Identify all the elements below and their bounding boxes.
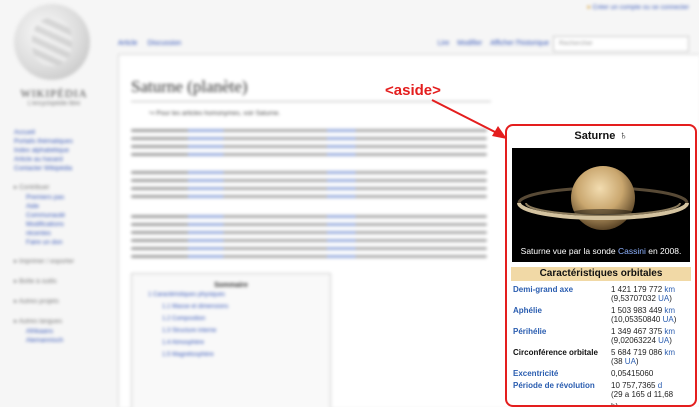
unit-link[interactable]: km (664, 327, 675, 336)
infobox: Saturne ♄ Saturne vue par la sonde Cassin… (505, 124, 697, 407)
table-row: h) (511, 401, 693, 407)
sidebar-item[interactable]: Afrikaans (14, 327, 106, 336)
cassini-link[interactable]: Cassini (618, 246, 646, 256)
row-value: 1 349 467 375 km (9,02063224 UA) (611, 327, 676, 345)
unit-link[interactable]: UA (658, 294, 669, 303)
sidebar-item[interactable]: Index alphabétique (14, 146, 106, 155)
table-row: Aphélie 1 503 983 449 km (10,05350840 UA) (511, 305, 693, 326)
sidebar-heading[interactable]: Autres langues (14, 317, 106, 327)
toc-title: Sommaire (214, 282, 248, 289)
sidebar-item[interactable]: Premiers pas (14, 193, 106, 202)
row-label[interactable]: Demi-grand axe (511, 284, 609, 305)
row-label[interactable]: Aphélie (511, 305, 609, 326)
unit-link[interactable]: UA (663, 315, 674, 324)
row-label[interactable]: Excentricité (511, 368, 609, 380)
wikipedia-globe-logo (14, 4, 90, 80)
table-row: Excentricité 0,05415060 (511, 368, 693, 380)
table-row: Demi-grand axe 1 421 179 772 km (9,5370703… (511, 284, 693, 305)
hatnote: ↪ Pour les articles homonymes, voir Satu… (149, 110, 281, 117)
unit-link[interactable]: km (664, 285, 675, 294)
caption-text-end: en 2008. (645, 246, 682, 256)
sidebar-item[interactable]: Contacter Wikipédia (14, 164, 106, 173)
sidebar-heading[interactable]: Boîte à outils (14, 277, 106, 287)
row-label (511, 401, 609, 405)
sidebar-heading[interactable]: Autres projets (14, 297, 106, 307)
wikipedia-wordmark: WIKIPÉDIA (20, 88, 88, 100)
unit-link[interactable]: UA (658, 336, 669, 345)
sidebar-item[interactable]: Communauté (14, 211, 106, 220)
toc-item[interactable]: 1.4 Atmosphère (132, 337, 330, 349)
row-value: 10 757,7365 d (29 a 165 d 11,68 (611, 381, 674, 399)
infobox-caption: Saturne vue par la sonde Cassini en 2008… (512, 246, 690, 256)
sidebar-item[interactable]: Portails thématiques (14, 137, 106, 146)
sidebar-item[interactable]: Article au hasard (14, 155, 106, 164)
infobox-title: Saturne ♄ (507, 126, 695, 146)
paragraph (131, 129, 487, 161)
saturn-image[interactable]: Saturne vue par la sonde Cassini en 2008… (512, 148, 690, 262)
create-account-link[interactable]: Créer un compte ou se connecter (587, 4, 689, 11)
table-row: Périhélie 1 349 467 375 km (9,02063224 UA) (511, 326, 693, 347)
row-value: 5 684 719 086 km (38 UA) (611, 348, 676, 366)
search-input[interactable]: Rechercher (553, 36, 689, 52)
tab-discussion[interactable]: Discussion (147, 40, 181, 47)
tab-article[interactable]: Article (118, 40, 137, 47)
row-value: 1 503 983 449 km (10,05350840 UA) (611, 306, 677, 324)
row-label: Circonférence orbitale (513, 348, 598, 357)
sidebar-item[interactable]: Accueil (14, 128, 106, 137)
row-label[interactable]: Période de révolution (511, 380, 609, 401)
toc-item[interactable]: 1.2 Composition (132, 313, 330, 325)
table-row: Circonférence orbitale 5 684 719 086 km (3… (511, 347, 693, 368)
row-value: 1 421 179 772 km (9,53707032 UA) (611, 285, 676, 303)
sidebar-item[interactable]: Aide (14, 202, 106, 211)
unit-link[interactable]: km (664, 348, 675, 357)
top-bar: Créer un compte ou se connecter Article D… (110, 0, 699, 52)
infobox-title-text: Saturne (574, 130, 616, 142)
sidebar-item[interactable]: récentes (14, 229, 106, 238)
row-value: h) (611, 402, 619, 407)
caption-text: Saturne vue par la sonde (520, 246, 618, 256)
view-tabs: Lire Modifier Afficher l'historique (430, 40, 549, 47)
sidebar-heading[interactable]: Contribuer (14, 183, 106, 193)
unit-link[interactable]: km (664, 306, 675, 315)
toc-item[interactable]: 1.1 Masse et dimensions (132, 301, 330, 313)
sidebar-item[interactable]: Modifications (14, 220, 106, 229)
table-of-contents: Sommaire 1 Caractéristiques physiques 1.… (131, 273, 331, 407)
orbital-characteristics-heading: Caractéristiques orbitales (511, 267, 691, 281)
sidebar-item[interactable]: Alemannisch (14, 336, 106, 345)
tab-history[interactable]: Afficher l'historique (490, 40, 549, 47)
sidebar-heading[interactable]: Imprimer / exporter (14, 257, 106, 267)
paragraph (131, 215, 487, 263)
sidebar-item[interactable]: Faire un don (14, 238, 106, 247)
unit-link[interactable]: d (658, 381, 662, 390)
saturn-planet-graphic (517, 166, 689, 230)
title-divider (131, 101, 491, 102)
tab-read[interactable]: Lire (438, 40, 450, 47)
toc-item[interactable]: 1.3 Structure interne (132, 325, 330, 337)
row-value: 0,05415060 (611, 369, 654, 378)
tab-edit[interactable]: Modifier (457, 40, 482, 47)
sidebar: Accueil Portails thématiques Index alpha… (14, 128, 106, 355)
orbital-characteristics-table: Demi-grand axe 1 421 179 772 km (9,5370703… (511, 284, 693, 407)
table-row: Période de révolution 10 757,7365 d (29 a … (511, 380, 693, 401)
unit-link[interactable]: UA (625, 357, 636, 366)
row-label[interactable]: Périhélie (511, 326, 609, 347)
toc-item[interactable]: 1 Caractéristiques physiques (132, 289, 330, 301)
toc-item[interactable]: 1.5 Magnétosphère (132, 349, 330, 361)
paragraph (131, 171, 487, 203)
saturn-symbol-icon: ♄ (619, 130, 628, 142)
aside-annotation-label: <aside> (385, 82, 441, 99)
page-title: Saturne (planète) (131, 77, 248, 96)
page-tabs: Article Discussion (118, 40, 191, 47)
wikipedia-tagline: L'encyclopédie libre (27, 101, 81, 107)
